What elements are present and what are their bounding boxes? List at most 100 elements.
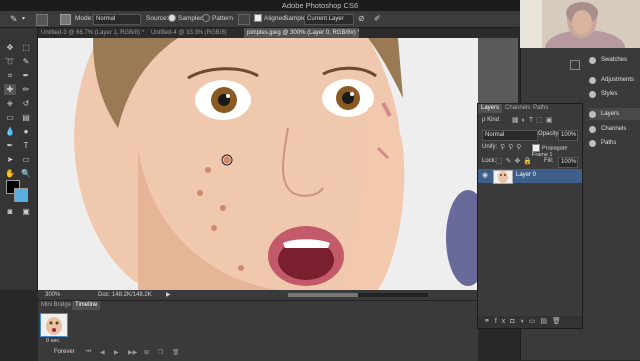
dock-styles[interactable]: Styles (589, 88, 640, 100)
zoom-tool-icon[interactable]: 🔍 (20, 168, 32, 179)
loop-select[interactable]: Forever (54, 349, 75, 355)
tab-mini-bridge[interactable]: Mini Bridge (38, 301, 74, 310)
dock-adjustments-label: Adjustments (601, 77, 635, 83)
next-frame-icon[interactable]: ▶▶ (128, 349, 137, 356)
pattern-picker[interactable] (238, 14, 250, 25)
crop-tool-icon[interactable]: ⌗ (4, 70, 16, 81)
dodge-tool-icon[interactable]: ● (20, 126, 32, 137)
hand-tool-icon[interactable]: ✋ (4, 168, 16, 179)
dock-adjustments[interactable]: Adjustments (589, 74, 640, 86)
layer-name[interactable]: Layer 0 (516, 172, 536, 178)
paths-icon (589, 140, 596, 147)
pressure-icon[interactable]: ✐ (374, 14, 381, 24)
pen-tool-icon[interactable]: ✒ (4, 140, 16, 151)
dock-paths[interactable]: Paths (589, 137, 640, 149)
opacity-field[interactable]: 100% (558, 130, 578, 141)
blur-tool-icon[interactable]: 💧 (4, 126, 16, 137)
filter-kind-label: Kind (487, 117, 500, 123)
doc-tab-untitled-3[interactable]: Untitled-3 @ 66.7% (Layer 1, RGB/8) * (38, 28, 149, 38)
screen-mode-icon[interactable]: ▣ (20, 206, 32, 217)
filter-kind-select[interactable]: ρ Kind (482, 117, 499, 123)
clone-source-panel-icon[interactable] (60, 14, 71, 25)
tab-layers[interactable]: Layers (478, 104, 503, 113)
doc-size[interactable]: Doc: 148.2K/148.2K (98, 290, 152, 300)
tween-icon[interactable]: ⊞ (144, 349, 149, 356)
channels-icon (589, 126, 596, 133)
timeline-panel: Mini Bridge Timeline 0 sec. Forever ⏮ ◀ … (38, 300, 478, 361)
eyedropper-tool-icon[interactable]: ✒ (20, 70, 32, 81)
face-image (38, 38, 518, 290)
zoom-level[interactable]: 300% (45, 290, 60, 300)
blend-mode-select[interactable]: Normal (482, 130, 538, 141)
layer-thumb-image (498, 171, 508, 183)
status-menu-arrow-icon[interactable]: ▶ (166, 290, 171, 300)
source-label: Source: (146, 15, 169, 22)
shape-tool-icon[interactable]: ▭ (20, 154, 32, 165)
spot-healing-tool-icon[interactable]: ✚ (4, 84, 16, 95)
fill-label: Fill: (544, 158, 554, 164)
dock-channels[interactable]: Channels (589, 123, 640, 135)
play-icon[interactable]: ▶ (114, 349, 119, 356)
styles-icon (589, 91, 596, 98)
prev-frame-icon[interactable]: ◀ (100, 349, 105, 356)
tab-paths[interactable]: Paths (530, 104, 551, 113)
opacity-label: Opacity: (538, 131, 561, 137)
gradient-tool-icon[interactable]: ▤ (20, 112, 32, 123)
doc-tab-pimples[interactable]: pimples.jpeg @ 300% (Layer 0, RGB/8#) * (244, 28, 359, 38)
horizontal-scrollbar[interactable] (288, 293, 428, 297)
document-canvas[interactable] (38, 38, 518, 290)
brush-size-picker[interactable] (36, 14, 48, 26)
layers-footer: ⚭fx◘◑▭▤🗑 (478, 316, 582, 328)
swatches-icon (589, 57, 596, 64)
ignore-adjustment-layers-icon[interactable]: ⊘ (358, 14, 365, 24)
status-bar: 300% Doc: 148.2K/148.2K ▶ (38, 290, 478, 300)
lasso-tool-icon[interactable]: ➰ (4, 56, 16, 67)
frame-thumbnail[interactable] (40, 313, 68, 337)
adjustments-icon (589, 77, 596, 84)
background-color-swatch[interactable] (14, 188, 28, 202)
tool-preset-dropdown-icon[interactable]: ▾ (22, 14, 25, 24)
fill-field[interactable]: 100% (558, 157, 578, 168)
scrollbar-thumb[interactable] (288, 293, 358, 297)
doc-tab-untitled-4[interactable]: Untitled-4 @ 33.3% (RGB/8) (148, 28, 245, 38)
delete-frame-icon[interactable]: 🗑 (172, 349, 180, 356)
aligned-checkbox[interactable]: Aligned (254, 14, 286, 24)
radio-checked-icon (168, 14, 176, 23)
dock-swatches[interactable]: Swatches (589, 54, 640, 66)
dock-collapse-icon[interactable] (570, 60, 580, 70)
unify-icons[interactable]: ⚲⚲⚲ (500, 143, 524, 151)
dock-layers-label: Layers (601, 111, 620, 117)
eraser-tool-icon[interactable]: ▭ (4, 112, 16, 123)
quick-select-tool-icon[interactable]: ✎ (20, 56, 32, 67)
clone-stamp-icon[interactable]: ✎ (10, 14, 18, 24)
layer-filter-icons[interactable]: ▦◐T⬚▣ (512, 116, 555, 124)
webcam-overlay (520, 0, 640, 48)
layers-footer-icons[interactable]: ⚭fx◘◑▭▤🗑 (484, 317, 566, 325)
brush-tool-icon[interactable]: ✏ (20, 84, 32, 95)
lock-label: Lock: (482, 158, 497, 164)
quick-mask-icon[interactable]: ◙ (4, 206, 16, 217)
document-tabs: Untitled-3 @ 66.7% (Layer 1, RGB/8) * Un… (38, 28, 518, 38)
lock-icons[interactable]: ⬚✎✥🔒 (496, 157, 535, 165)
marquee-tool-icon[interactable]: ⬚ (20, 42, 32, 53)
type-tool-icon[interactable]: T (20, 140, 32, 151)
layer-row[interactable]: ◉ Layer 0 (478, 169, 582, 184)
duplicate-frame-icon[interactable]: ❐ (158, 349, 163, 356)
tab-channels[interactable]: Channels (502, 104, 533, 113)
move-tool-icon[interactable]: ✥ (4, 42, 16, 53)
tab-timeline[interactable]: Timeline (72, 301, 101, 310)
propagate-checkbox[interactable]: Propagate Frame 1 (532, 144, 582, 158)
clone-stamp-tool-icon[interactable]: ⎈ (4, 98, 16, 109)
path-select-tool-icon[interactable]: ➤ (4, 154, 16, 165)
history-brush-tool-icon[interactable]: ↺ (20, 98, 32, 109)
dock-layers[interactable]: Layers (589, 108, 640, 120)
source-sampled-radio[interactable]: Sampled (168, 14, 204, 24)
frame-delay[interactable]: 0 sec. (46, 338, 61, 344)
sample-select[interactable]: Current Layer (304, 14, 354, 25)
visibility-eye-icon[interactable]: ◉ (482, 171, 488, 179)
mode-select[interactable]: Normal (93, 14, 141, 25)
tools-panel: ✥ ⬚ ➰ ✎ ⌗ ✒ ✚ ✏ ⎈ ↺ ▭ ▤ 💧 ● ✒ T ➤ ▭ ✋ 🔍 … (0, 28, 38, 290)
first-frame-icon[interactable]: ⏮ (86, 349, 91, 356)
layers-icon (589, 111, 596, 118)
source-pattern-radio[interactable]: Pattern (202, 14, 233, 24)
